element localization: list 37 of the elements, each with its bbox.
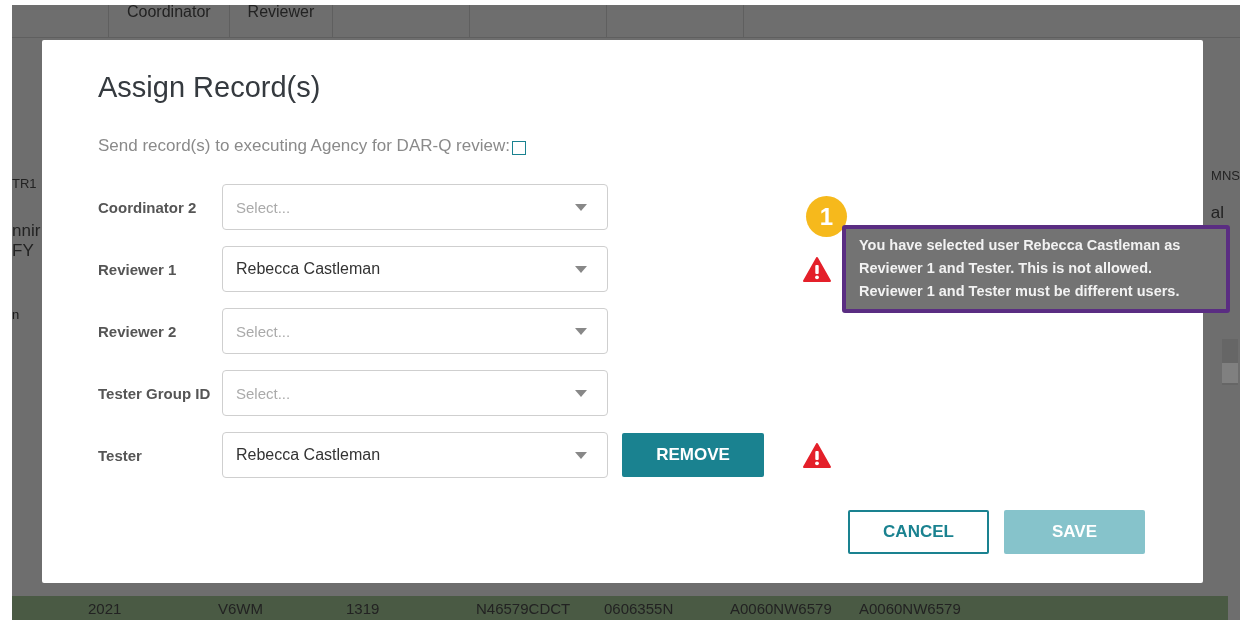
table-text: nnir	[12, 221, 42, 241]
remove-button[interactable]: REMOVE	[622, 433, 764, 477]
table-text: MNS	[1211, 168, 1240, 183]
field-label: Tester	[98, 446, 143, 464]
field-label: Reviewer 2	[98, 322, 178, 340]
select-field[interactable]: Rebecca Castleman	[222, 432, 608, 478]
field-label: Tester Group ID	[98, 384, 212, 402]
select-field[interactable]: Rebecca Castleman	[222, 246, 608, 292]
table-cell-text: N46579CDCT	[476, 599, 572, 617]
scrollbar[interactable]	[1222, 339, 1238, 385]
caret-icon	[575, 327, 587, 335]
table-text: al	[1210, 203, 1224, 223]
select-field[interactable]: Select...	[222, 370, 608, 416]
field-label: Coordinator 2	[98, 198, 198, 216]
cancel-button[interactable]: CANCEL	[848, 510, 989, 554]
caret-icon	[575, 451, 587, 459]
table-cell-text: 2021	[88, 599, 123, 617]
caret-icon	[575, 203, 587, 211]
select-field[interactable]: Select...	[222, 308, 608, 354]
checkbox[interactable]	[511, 140, 526, 155]
caret-icon	[575, 265, 587, 273]
table-cell: A0060NW6579	[859, 599, 961, 617]
table-text: n	[12, 307, 21, 322]
table-cell-text: A0060NW6579	[730, 599, 833, 617]
select-field[interactable]: Select...	[222, 184, 608, 230]
table-text: TR1	[12, 176, 38, 191]
caret-icon	[575, 389, 587, 397]
table-cell-text: 1319	[346, 599, 381, 617]
column-header: Coordinator	[109, 5, 230, 37]
table-cell-text: 0606355N	[604, 599, 675, 617]
checkbox-label: Send record(s) to executing Agency for DAR-Q review:	[98, 136, 510, 156]
column-header: Reviewer	[229, 5, 334, 37]
error-tooltip: You have selected user Rebecca Castleman as Reviewer 1 and Tester. This is not allowed. Reviewer 1 and Tester must be different users.	[842, 225, 1230, 313]
table-text: FY	[12, 241, 35, 261]
field-label: Reviewer 1	[98, 260, 178, 278]
dialog-title: Assign Record(s)	[98, 70, 322, 104]
table-cell-text: V6WM	[218, 599, 264, 617]
